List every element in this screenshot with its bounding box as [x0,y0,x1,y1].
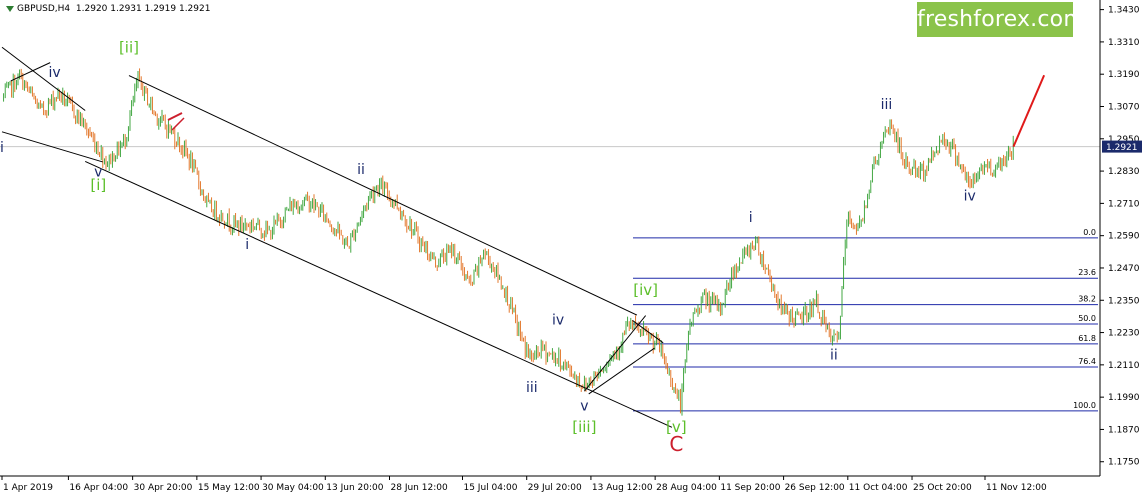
ohlc-values: 1.2920 1.2931 1.2919 1.2921 [75,4,211,14]
wave-label: [iv] [633,281,658,299]
time-tick-label: 29 Jul 20:00 [528,483,582,493]
fib-level-label: 76.4 [1078,357,1096,366]
price-chart[interactable]: 0.0 23.6 38.2 50.0 61.8 76.4 100.0 i iv v [i] [ii]… [0,0,1144,497]
wave-label: iv [48,65,60,81]
fib-level-label: 50.0 [1078,314,1096,323]
time-tick-label: 15 Jul 04:00 [463,483,517,493]
wave-label: iii [881,97,893,113]
time-tick-label: 16 Apr 04:00 [69,483,128,493]
price-tick-label: 1.2470 [1108,264,1140,274]
time-tick-label: 13 Aug 12:00 [592,483,653,493]
price-tick-label: 1.2830 [1108,167,1140,177]
time-tick-label: 30 Apr 20:00 [134,483,193,493]
wave-label: ii [830,347,838,363]
wave-label: v [580,399,588,415]
wave-label: i [749,210,753,226]
price-tick-label: 1.2230 [1108,329,1140,339]
wave-label: i [245,237,249,253]
wave-label: iv [552,312,564,328]
price-tick-label: 1.1870 [1108,425,1140,435]
wave-label: [i] [90,176,106,194]
price-tick-label: 1.2110 [1108,361,1140,371]
current-price-label: 1.2921 [1106,143,1138,153]
time-tick-label: 11 Oct 04:00 [849,483,908,493]
wave-label: ii [357,162,365,178]
time-tick-label: 30 May 04:00 [262,483,324,493]
price-tick-label: 1.2590 [1108,232,1140,242]
symbol-name: GBPUSD,H4 [17,4,71,14]
price-tick-label: 1.1990 [1108,393,1140,403]
fib-level-label: 61.8 [1078,334,1096,343]
time-tick-label: 11 Nov 12:00 [986,483,1047,493]
wave-label: i [0,140,4,156]
time-tick-label: 15 May 12:00 [198,483,260,493]
price-tick-label: 1.2710 [1108,199,1140,209]
price-tick-label: 1.3430 [1108,6,1140,16]
time-tick-label: 13 Jun 20:00 [326,483,383,493]
fib-level-label: 100.0 [1073,401,1096,410]
wave-label: C [669,432,683,456]
time-tick-label: 11 Sep 20:00 [720,483,780,493]
chart-container: 0.0 23.6 38.2 50.0 61.8 76.4 100.0 i iv v [i] [ii]… [0,0,1144,497]
time-tick-label: 28 Aug 04:00 [656,483,717,493]
wave-label: iii [526,380,538,396]
symbol-title: GBPUSD,H4 1.2920 1.2931 1.2919 1.2921 [6,4,210,14]
wave-label: [ii] [119,39,139,57]
fib-level-label: 0.0 [1083,228,1096,237]
fib-level-label: 23.6 [1078,268,1096,277]
fib-level-label: 38.2 [1078,295,1096,304]
triangle-down-icon [6,5,14,12]
time-tick-label: 26 Sep 12:00 [785,483,845,493]
time-tick-label: 28 Jun 12:00 [391,483,448,493]
time-tick-label: 25 Oct 20:00 [913,483,972,493]
wave-label: iv [964,189,976,205]
wave-label: [iii] [572,418,596,436]
price-tick-label: 1.3070 [1108,102,1140,112]
price-tick-label: 1.1750 [1108,458,1140,468]
price-tick-label: 1.3310 [1108,38,1140,48]
brand-logo: freshforex.com [917,2,1085,37]
time-tick-label: 1 Apr 2019 [3,483,53,493]
price-tick-label: 1.3190 [1108,70,1140,80]
price-tick-label: 1.2350 [1108,296,1140,306]
